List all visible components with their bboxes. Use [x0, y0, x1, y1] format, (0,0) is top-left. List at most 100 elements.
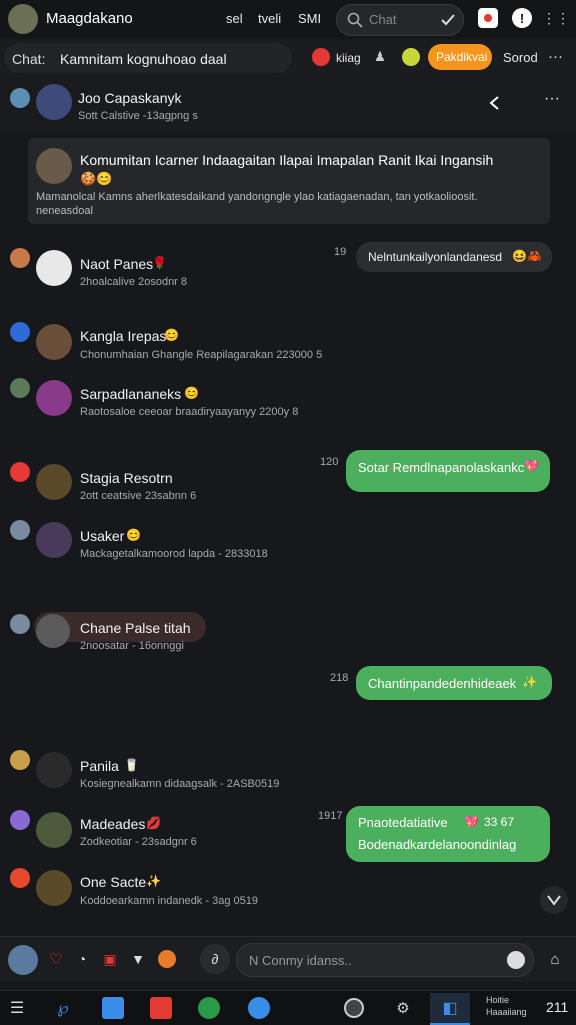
outgoing-bubble[interactable]: Chantinpandedenhideaek ✨ [356, 666, 552, 700]
orange-button[interactable]: Pakdikvai [428, 44, 492, 70]
message-sub: Zodkeotiar - 23sadgnr 6 [80, 836, 197, 848]
message-sub: Mackagetalkamoorod lapda - 2833018 [80, 548, 268, 560]
bubble-time: 120 [320, 456, 339, 468]
user-avatar[interactable] [8, 945, 38, 975]
message-name: Sarpadlananeks [80, 386, 182, 402]
tab-sel[interactable]: sel [226, 11, 243, 26]
group-header: Joo Capaskanyk Sott Calstive -13agpng s … [0, 76, 576, 132]
group-icon[interactable]: ♟ [372, 49, 388, 65]
bubble-emoji: 💖 [524, 459, 539, 473]
notification-icon[interactable] [478, 8, 498, 28]
group-title: Joo Capaskanyk [78, 90, 182, 106]
right-label[interactable]: Sorod [503, 50, 538, 65]
search-box[interactable]: Chat [336, 4, 464, 36]
message-emoji: 🥛 [124, 758, 139, 772]
small-avatar [10, 810, 30, 830]
chat-title-pill[interactable]: Chat: Kamnitam kognuhoao daal [4, 43, 292, 73]
message-sub: Koddoearkamn indanedk - 3ag 0519 [80, 895, 258, 907]
avatar [36, 614, 70, 648]
app-icon-6[interactable] [344, 998, 364, 1018]
emoji-icon[interactable] [402, 48, 420, 66]
message-input[interactable]: N Conmy idanss.. [236, 943, 534, 977]
chat-subtitle: Kamnitam kognuhoao daal [60, 51, 227, 67]
message-name: Stagia Resotrn [80, 470, 173, 486]
avatar [36, 324, 72, 360]
send-icon[interactable]: ⌂ [544, 948, 566, 970]
message-name: One Sacte [80, 874, 147, 890]
video-icon[interactable]: ▣ [100, 949, 120, 969]
list-item[interactable]: Naot Panes 🌹 2hoalcalive 2osodnr 8 [0, 244, 320, 292]
list-item[interactable]: Madeades 💋 Zodkeotiar - 23sadgnr 6 [0, 806, 320, 854]
avatar [36, 870, 72, 906]
message-sub: Chonumhaian Ghangle Reapilagarakan 22300… [80, 349, 323, 361]
bubble-extra: 33 67 [484, 815, 515, 829]
pinned-avatar [36, 148, 72, 184]
message-sub: 2hoalcalive 2osodnr 8 [80, 276, 188, 288]
chat-bar: Chat: Kamnitam kognuhoao daal kiiag ♟ Pa… [0, 40, 576, 77]
outgoing-bubble[interactable]: Pnaotedatiative 💖 33 67 Bodenadkardelano… [346, 806, 550, 862]
dropdown-icon[interactable]: ▼ [128, 949, 148, 969]
small-avatar [10, 322, 30, 342]
status-icon[interactable] [312, 48, 330, 66]
bubble-emoji: 💖 [464, 815, 479, 829]
pinned-text: Mamanolcal Kamns aherlkatesdaikand yando… [36, 191, 478, 203]
bubble-text: Pnaotedatiative [358, 815, 448, 830]
app-icon-3[interactable] [150, 997, 172, 1019]
bubble-text-line2: Bodenadkardelanoondinlag [358, 837, 517, 852]
list-item[interactable]: Chane Palse titah 2noosatar - 16onnggi [0, 610, 320, 658]
settings-icon[interactable]: ⚙ [392, 997, 414, 1019]
message-sub: 2ott ceatsive 23sabnn 6 [80, 490, 197, 502]
back-icon[interactable] [488, 96, 500, 110]
alert-icon[interactable]: ! [512, 8, 532, 28]
small-avatar [10, 750, 30, 770]
grid-menu-icon[interactable]: ⋮⋮ [542, 8, 570, 28]
small-avatar [10, 248, 30, 268]
message-emoji: 🌹 [152, 256, 167, 270]
tray-line1: Hoitie [486, 995, 510, 1005]
chat-label: Chat: [12, 51, 46, 67]
small-avatar [10, 462, 30, 482]
app-icon-4[interactable] [198, 997, 220, 1019]
group-avatar[interactable] [36, 84, 72, 120]
list-item[interactable]: Sarpadlananeks 😊 Raotosaloe ceeoar braad… [0, 374, 340, 422]
heart-icon[interactable]: ♡ [46, 949, 66, 969]
app-avatar[interactable] [8, 4, 38, 34]
list-item[interactable]: One Sacte ✨ Koddoearkamn indanedk - 3ag … [0, 864, 320, 912]
tab-smi[interactable]: SMI [298, 11, 321, 26]
pinned-card[interactable]: Komumitan Icarner Indaagaitan Ilapai Ima… [28, 138, 550, 224]
check-icon [441, 14, 455, 26]
tray-line2: Haaaiiang [486, 1007, 527, 1017]
record-icon[interactable] [507, 951, 525, 969]
bell-icon[interactable]: ◔ [72, 949, 92, 969]
message-emoji: 😊 [126, 528, 141, 542]
bubble-emoji: ✨ [522, 675, 537, 689]
list-item[interactable]: Kangla Irepas 😊 Chonumhaian Ghangle Reap… [0, 318, 340, 366]
sticker-icon[interactable] [158, 950, 176, 968]
start-icon[interactable]: ☰ [6, 997, 28, 1019]
message-emoji: 💋 [146, 816, 161, 830]
list-item[interactable]: Stagia Resotrn 2ott ceatsive 23sabnn 6 [0, 458, 320, 506]
list-item[interactable]: Usaker 😊 Mackagetalkamoorod lapda - 2833… [0, 516, 320, 564]
message-emoji: 😊 [184, 386, 199, 400]
app-icon-2[interactable] [102, 997, 124, 1019]
top-bar: Maagdakano sel tveli SMI Chat ! ⋮⋮ [0, 0, 576, 38]
group-more-icon[interactable]: ··· [544, 90, 560, 108]
incoming-bubble[interactable]: Nelntunkailyonlandanesd 😆🦀 [356, 242, 552, 272]
bubble-time: 1917 [318, 810, 343, 822]
list-item[interactable]: Panila 🥛 Kosiegnealkamn didaagsalk - 2AS… [0, 746, 320, 794]
message-name: Kangla Irepas [80, 328, 167, 344]
app-title: Maagdakano [46, 10, 133, 27]
bubble-time: 218 [330, 672, 349, 684]
attach-icon[interactable]: ∂ [200, 944, 230, 974]
tab-tveli[interactable]: tveli [258, 11, 281, 26]
message-sub: Raotosaloe ceeoar braadiryaayanyy 2200y … [80, 406, 299, 418]
scroll-down-icon[interactable] [540, 886, 568, 914]
avatar [36, 752, 72, 788]
outgoing-bubble[interactable]: Sotar Remdlnapanolaskankc 💖 [346, 450, 550, 492]
group-subtitle: Sott Calstive -13agpng s [78, 110, 198, 122]
pinned-title: Komumitan Icarner Indaagaitan Ilapai Ima… [80, 152, 494, 168]
active-app-icon[interactable]: ◧ [430, 993, 470, 1025]
app-icon-1[interactable]: ℘ [52, 997, 74, 1019]
app-icon-5[interactable] [248, 997, 270, 1019]
more-icon[interactable]: ··· [548, 48, 563, 65]
